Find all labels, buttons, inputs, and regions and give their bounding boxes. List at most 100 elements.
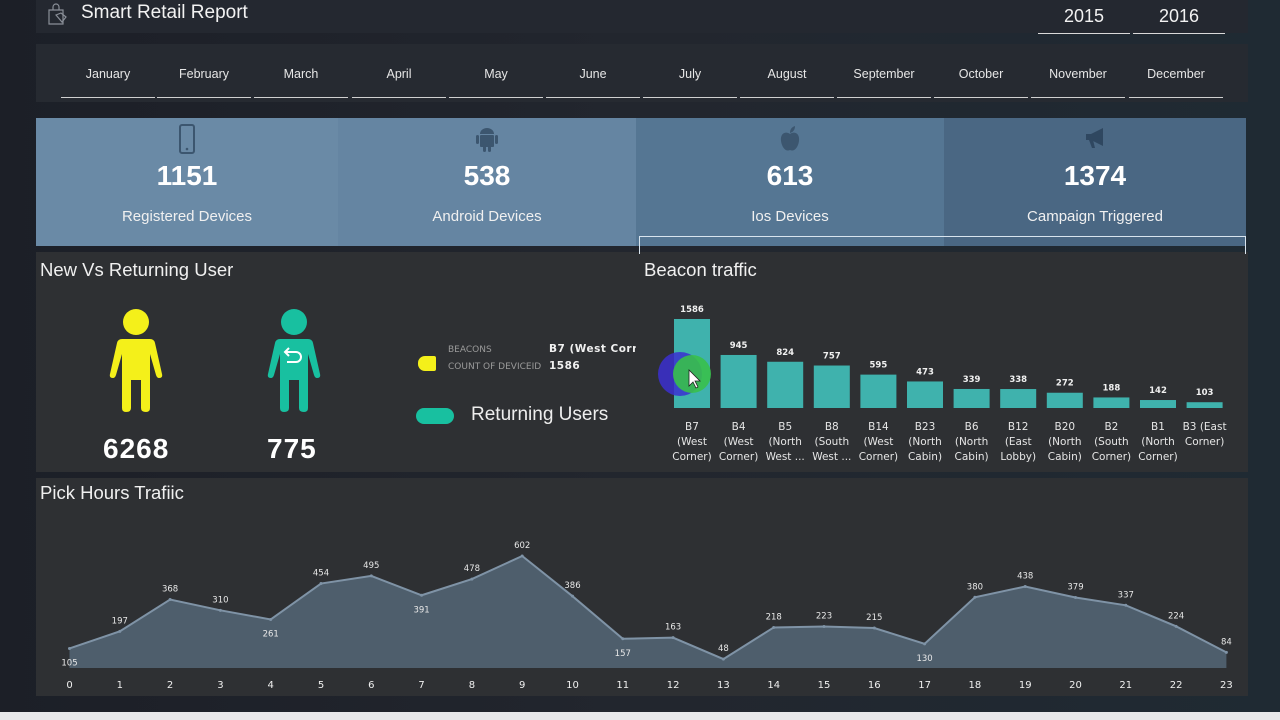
megaphone-icon bbox=[1086, 128, 1103, 148]
data-point[interactable] bbox=[520, 554, 524, 558]
beacon-traffic-chart[interactable]: 1586 B7 (West Corner) 945 B4 (West Corner) 824 B5… bbox=[636, 290, 1248, 470]
bar-data-label: 595 bbox=[870, 361, 888, 371]
data-point[interactable] bbox=[168, 598, 172, 602]
bar-data-label: 757 bbox=[823, 352, 841, 362]
data-point[interactable] bbox=[621, 637, 625, 641]
panel-title-pick-hours: Pick Hours Trafiic bbox=[40, 482, 184, 503]
x-tick-label: 0 bbox=[66, 680, 72, 691]
month-filter-september[interactable]: September bbox=[837, 65, 931, 98]
kpi-value: 1151 bbox=[156, 160, 218, 191]
x-tick-label: 2 bbox=[167, 680, 173, 691]
data-point[interactable] bbox=[822, 625, 826, 629]
data-point[interactable] bbox=[369, 574, 373, 578]
point-data-label: 197 bbox=[112, 616, 128, 626]
shopping-bag-tag-icon bbox=[48, 3, 67, 25]
new-user-person-icon[interactable] bbox=[108, 308, 164, 412]
data-point[interactable] bbox=[923, 642, 927, 646]
bar-2[interactable] bbox=[767, 361, 804, 408]
android-icon bbox=[476, 128, 498, 152]
bar-3[interactable] bbox=[813, 365, 850, 408]
bar-category-label: (North bbox=[1048, 436, 1081, 448]
month-filter-august[interactable]: August bbox=[740, 65, 834, 98]
bar-category-label: Corner) bbox=[1185, 436, 1224, 448]
x-tick-label: 9 bbox=[519, 680, 525, 691]
data-point[interactable] bbox=[1224, 650, 1228, 654]
point-data-label: 337 bbox=[1118, 590, 1134, 600]
bar-category-label: West ... bbox=[812, 451, 851, 463]
point-data-label: 223 bbox=[816, 612, 832, 622]
data-point[interactable] bbox=[1074, 595, 1077, 599]
bar-9[interactable] bbox=[1093, 397, 1130, 408]
bar-category-label: West ... bbox=[766, 451, 805, 463]
bar-1[interactable] bbox=[720, 354, 757, 408]
month-filter-october[interactable]: October bbox=[934, 65, 1028, 98]
bar-category-label: Corner) bbox=[719, 451, 758, 463]
data-point[interactable] bbox=[269, 617, 273, 621]
data-point[interactable] bbox=[1124, 603, 1128, 607]
bar-category-label: (South bbox=[814, 436, 849, 448]
bar-8[interactable] bbox=[1046, 392, 1083, 408]
data-point[interactable] bbox=[973, 595, 977, 599]
kpi-label: Registered Devices bbox=[121, 208, 253, 225]
bar-category-label: B3 (East bbox=[1183, 421, 1227, 433]
x-tick-label: 11 bbox=[616, 680, 629, 691]
data-point[interactable] bbox=[218, 608, 222, 612]
month-filter-january[interactable]: January bbox=[61, 65, 155, 98]
bar-6[interactable] bbox=[953, 388, 990, 408]
bar-data-label: 188 bbox=[1103, 383, 1121, 393]
tooltip-color-swatch bbox=[418, 356, 436, 371]
legend-label-returning-users[interactable]: Returning Users bbox=[471, 404, 608, 426]
month-filter-may[interactable]: May bbox=[449, 65, 543, 98]
bar-10[interactable] bbox=[1140, 400, 1176, 408]
bar-category-label: (West bbox=[863, 436, 893, 448]
month-filter-december[interactable]: December bbox=[1129, 65, 1223, 98]
tooltip-key-count: COUNT OF DEVICEID bbox=[448, 362, 542, 372]
bar-11[interactable] bbox=[1186, 402, 1223, 408]
x-tick-label: 10 bbox=[566, 680, 579, 691]
kpi-registered-devices: 1151 Registered Devices bbox=[36, 118, 338, 246]
kpi-value: 538 bbox=[463, 160, 511, 191]
data-point[interactable] bbox=[721, 657, 725, 661]
point-data-label: 438 bbox=[1017, 572, 1033, 582]
bar-category-label: Corner) bbox=[672, 451, 711, 463]
month-filter-april[interactable]: April bbox=[352, 65, 446, 98]
bar-category-label: B1 bbox=[1151, 421, 1165, 433]
data-point[interactable] bbox=[68, 646, 71, 650]
bar-5[interactable] bbox=[907, 381, 943, 408]
data-point[interactable] bbox=[671, 636, 675, 640]
point-data-label: 391 bbox=[413, 605, 429, 615]
tooltip-value-count: 1586 bbox=[549, 360, 581, 372]
data-point[interactable] bbox=[420, 593, 424, 597]
year-filter-2016[interactable]: 2016 bbox=[1133, 6, 1225, 34]
data-point[interactable] bbox=[319, 582, 323, 586]
bar-category-label: B23 bbox=[915, 421, 936, 433]
point-data-label: 48 bbox=[718, 644, 729, 654]
month-filter-march[interactable]: March bbox=[254, 65, 348, 98]
apple-icon bbox=[780, 126, 800, 151]
bar-category-label: (North bbox=[1141, 436, 1174, 448]
year-filter-2015[interactable]: 2015 bbox=[1038, 6, 1130, 34]
data-point[interactable] bbox=[1023, 585, 1027, 589]
returning-users-count: 775 bbox=[267, 433, 317, 464]
data-point[interactable] bbox=[118, 629, 122, 633]
bar-7[interactable] bbox=[1000, 389, 1037, 408]
bar-data-label: 945 bbox=[730, 341, 748, 351]
month-filter-june[interactable]: June bbox=[546, 65, 640, 98]
bar-data-label: 103 bbox=[1196, 388, 1214, 398]
data-point[interactable] bbox=[772, 625, 776, 629]
kpi-ios-devices: 613 Ios Devices bbox=[636, 118, 944, 246]
x-tick-label: 20 bbox=[1069, 680, 1082, 691]
data-point[interactable] bbox=[571, 594, 574, 598]
pick-hours-area-chart[interactable]: 1050197136823103261445454956391747886029… bbox=[36, 520, 1248, 696]
month-filter-november[interactable]: November bbox=[1031, 65, 1125, 98]
bar-4[interactable] bbox=[860, 374, 897, 408]
bar-data-label: 1586 bbox=[680, 305, 704, 315]
data-point[interactable] bbox=[470, 577, 474, 581]
month-filter-july[interactable]: July bbox=[643, 65, 737, 98]
data-point[interactable] bbox=[1174, 624, 1178, 628]
month-filter-february[interactable]: February bbox=[157, 65, 251, 98]
bar-data-label: 339 bbox=[963, 375, 981, 385]
data-point[interactable] bbox=[872, 626, 876, 630]
returning-user-person-icon[interactable] bbox=[266, 308, 322, 412]
bar-category-label: Cabin) bbox=[955, 451, 989, 463]
